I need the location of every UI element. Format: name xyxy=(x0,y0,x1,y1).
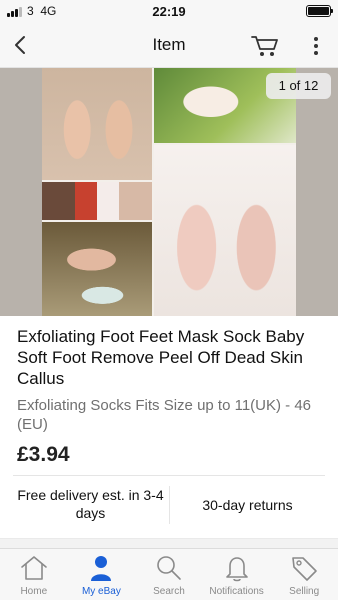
image-gallery[interactable]: 1 of 12 xyxy=(0,68,338,316)
tab-label: Search xyxy=(153,586,185,597)
tab-selling[interactable]: Selling xyxy=(270,549,338,600)
bottom-tab-bar: Home My eBay Search Notifications Sellin… xyxy=(0,548,338,600)
battery-icon xyxy=(306,5,333,17)
returns-policy[interactable]: 30-day returns xyxy=(170,496,325,514)
tab-search[interactable]: Search xyxy=(135,549,203,600)
shipping-returns-box: Free delivery est. in 3-4 days 30-day re… xyxy=(13,476,325,534)
photo-counter: 1 of 12 xyxy=(266,73,331,99)
product-image[interactable] xyxy=(42,68,296,316)
delivery-estimate[interactable]: Free delivery est. in 3-4 days xyxy=(13,486,168,522)
photo-collage-strip xyxy=(42,182,152,220)
tab-notifications[interactable]: Notifications xyxy=(203,549,271,600)
home-icon xyxy=(20,556,47,580)
status-bar: 3 4G 22:19 xyxy=(0,0,338,22)
person-icon xyxy=(91,556,112,581)
tab-label: Selling xyxy=(289,586,320,597)
tab-label: Home xyxy=(20,586,48,597)
status-time: 22:19 xyxy=(152,4,186,19)
tab-my-ebay[interactable]: My eBay xyxy=(68,549,136,600)
item-title: Exfoliating Foot Feet Mask Sock Baby Sof… xyxy=(17,327,305,388)
item-subtitle: Exfoliating Socks Fits Size up to 11(UK)… xyxy=(17,397,312,433)
navigation-bar: Item xyxy=(0,22,338,68)
tab-label: My eBay xyxy=(81,586,121,597)
bell-icon xyxy=(225,557,248,582)
photo-feet-soles xyxy=(42,68,152,180)
cart-icon xyxy=(251,36,278,56)
page-title: Item xyxy=(152,35,186,54)
section-separator xyxy=(0,538,338,548)
more-vertical-icon xyxy=(314,37,318,55)
item-price: £3.94 xyxy=(17,443,70,466)
cart-button[interactable] xyxy=(250,31,280,59)
search-icon xyxy=(157,556,181,580)
photo-feet-peeling-large xyxy=(154,145,296,316)
tag-icon xyxy=(292,557,317,581)
photo-feet-pedicure xyxy=(42,222,152,316)
more-options-button[interactable] xyxy=(306,31,326,59)
tab-label: Notifications xyxy=(209,586,264,597)
tab-home[interactable]: Home xyxy=(0,549,68,600)
